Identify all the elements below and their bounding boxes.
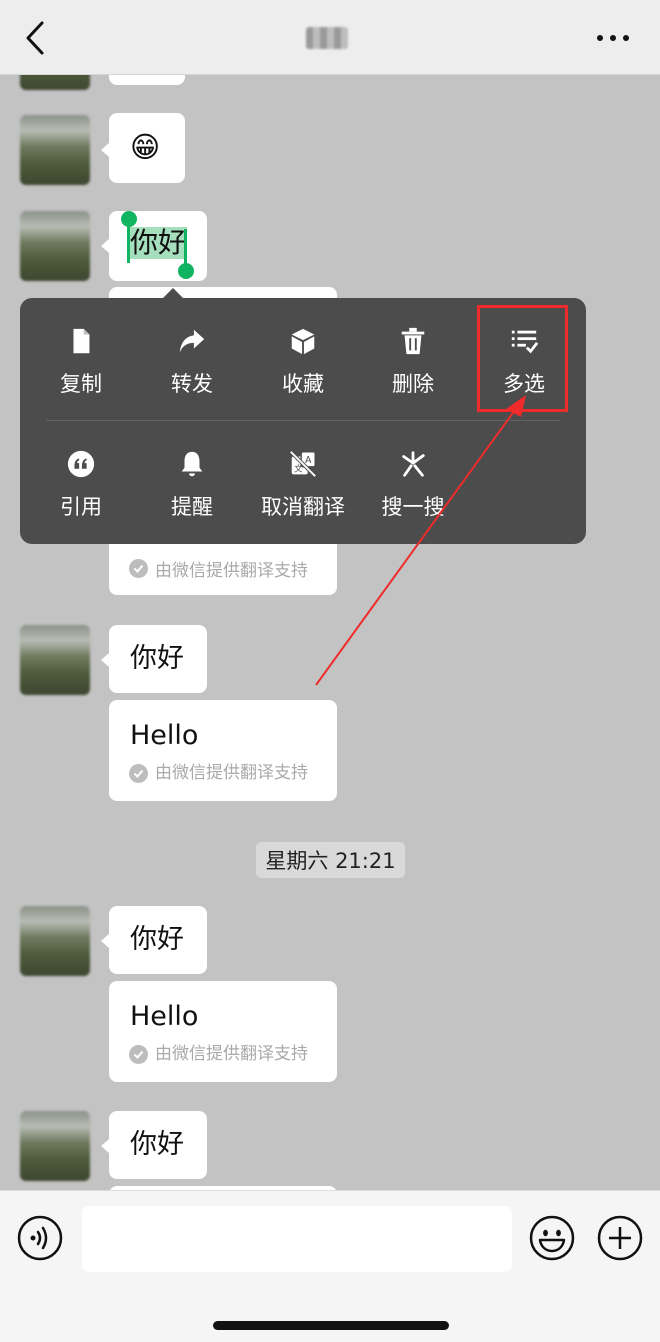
- selected-message-text[interactable]: 你好: [129, 227, 188, 259]
- translation-note: 由微信提供翻译支持: [155, 1044, 308, 1064]
- message-bubble[interactable]: 你好: [109, 906, 207, 974]
- bell-icon: [181, 451, 203, 477]
- message-bubble[interactable]: 你好: [109, 1111, 207, 1179]
- message-bubble[interactable]: 😁: [109, 113, 185, 183]
- forward-icon: [179, 329, 205, 353]
- selection-end-handle[interactable]: [178, 263, 194, 279]
- menu-item-quote[interactable]: 引用: [26, 421, 136, 521]
- emoji-icon[interactable]: [529, 1215, 575, 1261]
- message-text: 你好: [130, 643, 184, 674]
- message-bubble[interactable]: [109, 75, 185, 85]
- input-bar: [0, 1190, 660, 1342]
- menu-item-favorite[interactable]: 收藏: [248, 298, 358, 398]
- menu-item-label: 收藏: [282, 372, 324, 396]
- message-text: 你好: [130, 1129, 184, 1160]
- translation-text: Hello: [130, 720, 199, 751]
- menu-item-label: 转发: [171, 372, 213, 396]
- menu-item-label: 删除: [392, 372, 434, 396]
- delete-icon: [401, 327, 425, 355]
- check-icon: [129, 1045, 148, 1064]
- more-icon[interactable]: [594, 28, 634, 48]
- menu-item-copy[interactable]: 复制: [26, 298, 136, 398]
- check-icon: [129, 559, 148, 578]
- back-icon[interactable]: [22, 20, 52, 56]
- copy-icon: [73, 328, 90, 354]
- timestamp: 星期六 21:21: [256, 842, 405, 878]
- message-bubble[interactable]: 你好: [109, 625, 207, 693]
- avatar[interactable]: [20, 906, 90, 976]
- menu-item-delete[interactable]: 删除: [358, 298, 468, 398]
- voice-icon[interactable]: [17, 1215, 63, 1261]
- annotation-arrow: [315, 395, 526, 686]
- translation-note: 由微信提供翻译支持: [155, 561, 308, 581]
- avatar[interactable]: [20, 75, 90, 90]
- menu-item-forward[interactable]: 转发: [137, 298, 247, 398]
- chat-header: [0, 0, 660, 75]
- message-text: 你好: [130, 924, 184, 955]
- message-text: 😁: [130, 130, 161, 164]
- favorite-icon: [291, 328, 315, 355]
- check-icon: [129, 764, 148, 783]
- chat-title: [306, 27, 348, 49]
- plus-icon[interactable]: [597, 1215, 643, 1261]
- avatar[interactable]: [20, 625, 90, 695]
- message-input[interactable]: [82, 1206, 512, 1272]
- menu-item-remind[interactable]: 提醒: [137, 421, 247, 521]
- translation-bubble[interactable]: Hello 由微信提供翻译支持: [109, 981, 337, 1082]
- translation-text: Hello: [130, 1001, 199, 1032]
- quote-icon: [67, 450, 95, 478]
- menu-item-label: 提醒: [171, 495, 213, 519]
- avatar[interactable]: [20, 115, 90, 185]
- avatar[interactable]: [20, 1111, 90, 1181]
- translation-bubble[interactable]: Hello 由微信提供翻译支持: [109, 700, 337, 801]
- menu-item-label: 复制: [60, 372, 102, 396]
- menu-item-label: 引用: [60, 495, 102, 519]
- home-indicator: [213, 1321, 449, 1330]
- avatar[interactable]: [20, 211, 90, 281]
- translation-note: 由微信提供翻译支持: [155, 763, 308, 783]
- message-bubble-selected[interactable]: 你好: [109, 211, 207, 281]
